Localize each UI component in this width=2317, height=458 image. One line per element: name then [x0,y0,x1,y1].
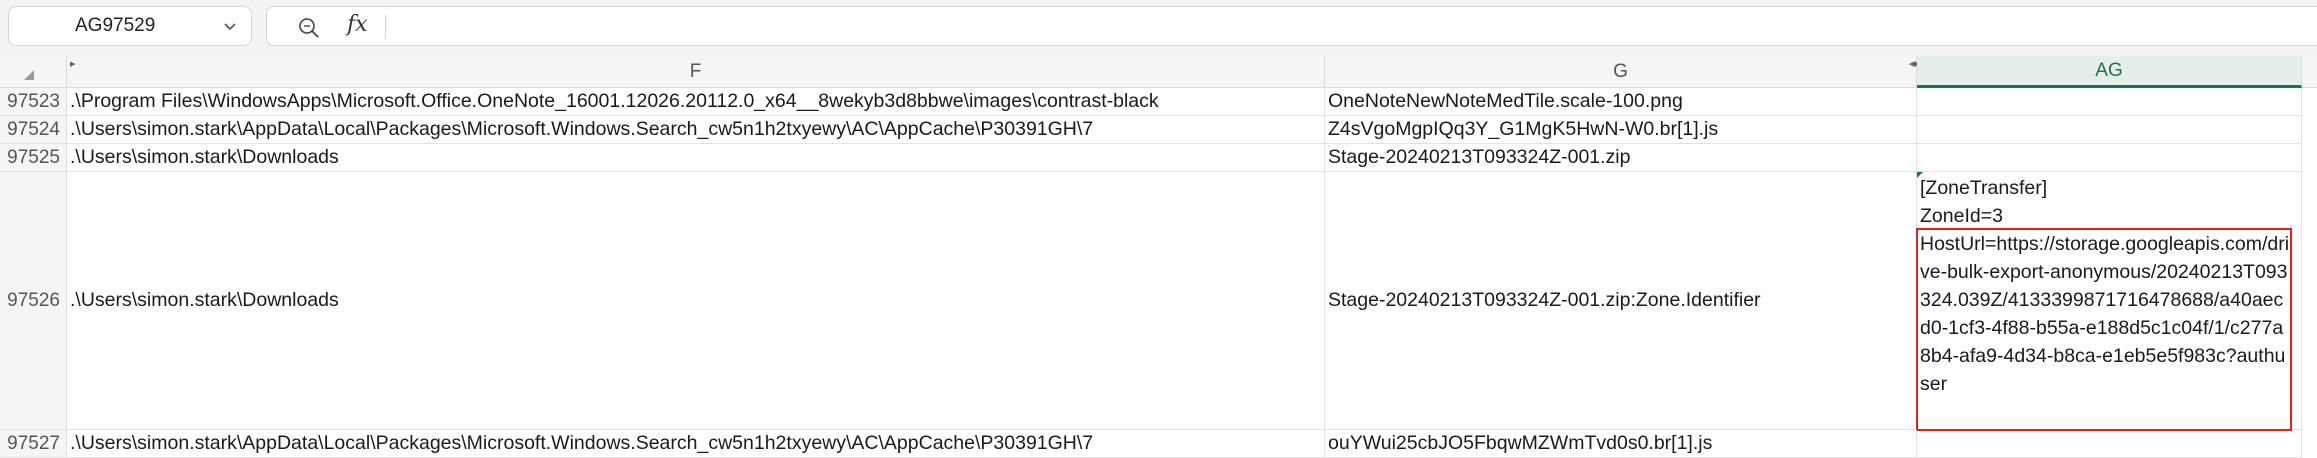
cell-f[interactable]: .\Users\simon.stark\Downloads [67,172,1325,430]
cell-ag[interactable] [1917,430,2302,458]
cell-f[interactable]: .\Users\simon.stark\AppData\Local\Packag… [67,116,1325,144]
cell-g[interactable]: OneNoteNewNoteMedTile.scale-100.png [1325,88,1917,116]
cell-ag-line: ZoneId=3 [1920,205,2003,227]
cell-f[interactable]: .\Users\simon.stark\AppData\Local\Packag… [67,430,1325,458]
cell-g[interactable]: Z4sVgoMgpIQq3Y_G1MgK5HwN-W0.br[1].js [1325,116,1917,144]
select-all-triangle-icon [24,70,34,80]
formula-bar: AG97529 fx [0,0,2317,56]
chevron-down-icon[interactable] [221,17,239,35]
zoom-icon[interactable] [297,16,321,38]
column-header-row: ▸ F G ◂▸ AG [0,56,2317,88]
formula-input[interactable]: fx [266,6,2317,46]
cell-f[interactable]: .\Users\simon.stark\Downloads [67,144,1325,172]
column-header-g[interactable]: G [1325,56,1917,88]
column-header-ag[interactable]: AG [1917,56,2302,88]
name-box-value: AG97529 [75,15,156,36]
spreadsheet-grid: ▸ F G ◂▸ AG 97523 .\Program Files\Window… [0,56,2317,458]
cell-ag[interactable] [1917,116,2302,144]
row-header[interactable]: 97526 [0,172,67,430]
cell-f[interactable]: .\Program Files\WindowsApps\Microsoft.Of… [67,88,1325,116]
column-header-f[interactable]: F [67,56,1325,88]
cell-ag[interactable] [1917,144,2302,172]
fx-icon[interactable]: fx [347,12,368,37]
comment-indicator-icon [1917,172,1923,178]
select-all-corner[interactable] [0,56,67,88]
cell-ag-line: [ZoneTransfer] [1920,177,2048,199]
name-box[interactable]: AG97529 [8,6,252,46]
row-header[interactable]: 97525 [0,144,67,172]
formula-separator [385,15,386,39]
row-header[interactable]: 97523 [0,88,67,116]
cell-ag-highlighted-text: HostUrl=https://storage.googleapis.com/d… [1920,233,2290,395]
row-header[interactable]: 97524 [0,116,67,144]
cell-g[interactable]: Stage-20240213T093324Z-001.zip:Zone.Iden… [1325,172,1917,430]
cell-g[interactable]: ouYWui25cbJO5FbqwMZWmTvd0s0.br[1].js [1325,430,1917,458]
cell-ag[interactable]: [ZoneTransfer] ZoneId=3 HostUrl=https://… [1917,172,2302,430]
row-header[interactable]: 97527 [0,430,67,458]
cell-ag[interactable] [1917,88,2302,116]
cell-g[interactable]: Stage-20240213T093324Z-001.zip [1325,144,1917,172]
